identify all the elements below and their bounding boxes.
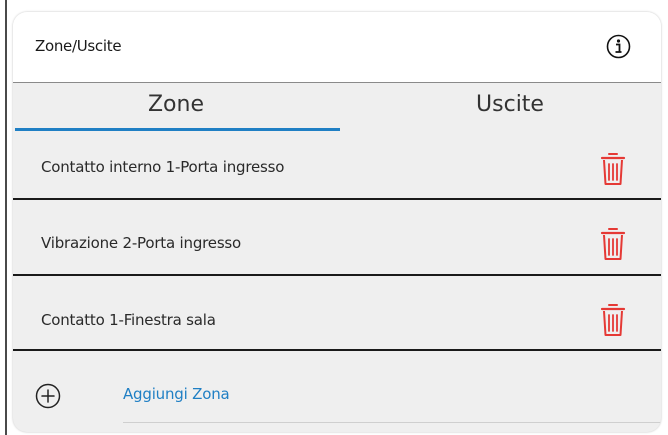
panel-header: Zone/Uscite: [13, 12, 661, 83]
add-zone-underline: [123, 422, 661, 423]
info-icon[interactable]: [606, 34, 631, 59]
list-item[interactable]: Contatto 1-Finestra sala: [13, 291, 661, 353]
trash-icon[interactable]: [599, 226, 627, 262]
list-item[interactable]: Vibrazione 2-Porta ingresso: [13, 214, 661, 276]
page: Zone/Uscite Zone Uscite Contatto interno…: [0, 0, 668, 435]
panel-title: Zone/Uscite: [35, 37, 122, 55]
add-zone-row: Aggiungi Zona: [13, 360, 661, 432]
trash-icon[interactable]: [599, 151, 627, 187]
add-zone-button[interactable]: Aggiungi Zona: [123, 385, 230, 403]
tab-uscite[interactable]: Uscite: [347, 83, 661, 135]
zone-label: Contatto interno 1-Porta ingresso: [41, 158, 285, 176]
plus-circle-icon[interactable]: [35, 383, 61, 409]
window-edge: [5, 0, 7, 435]
row-divider: [13, 198, 661, 200]
active-tab-indicator: [15, 128, 340, 131]
row-divider: [13, 274, 661, 276]
zone-label: Vibrazione 2-Porta ingresso: [41, 234, 242, 252]
zone-label: Contatto 1-Finestra sala: [41, 311, 216, 329]
row-divider: [13, 349, 661, 351]
list-item[interactable]: Contatto interno 1-Porta ingresso: [13, 138, 661, 200]
zones-outputs-panel: Zone/Uscite Zone Uscite Contatto interno…: [13, 12, 661, 432]
trash-icon[interactable]: [599, 302, 627, 338]
